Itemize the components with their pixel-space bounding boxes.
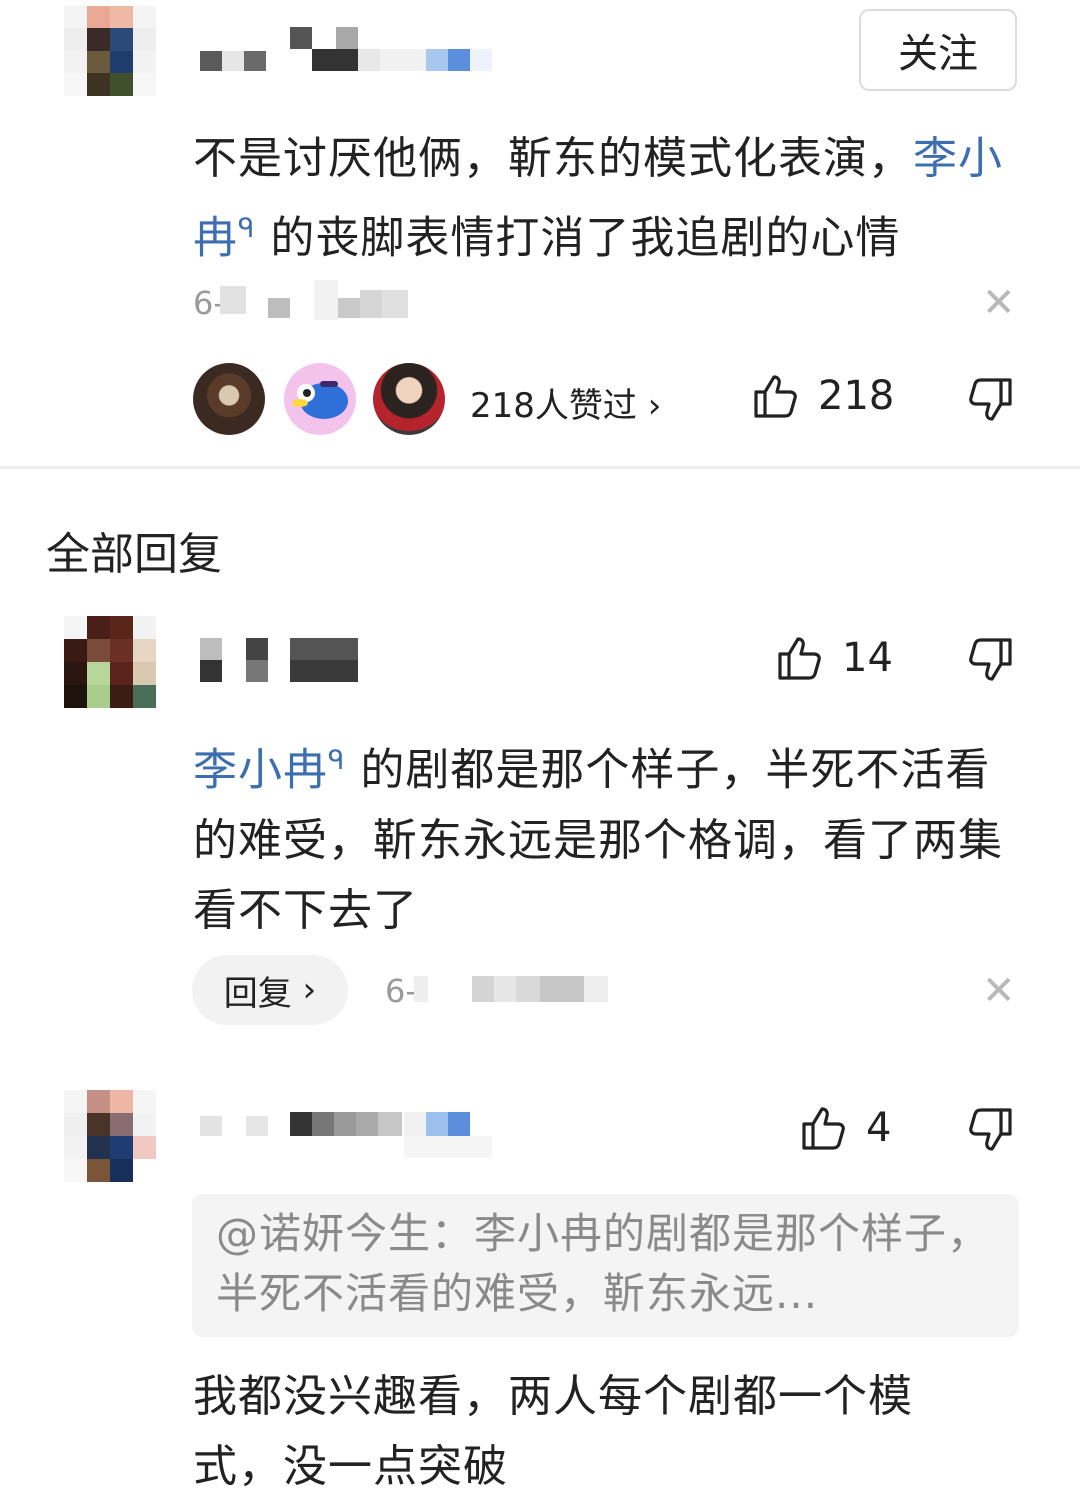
avatar[interactable] <box>64 6 156 118</box>
liker-avatar[interactable] <box>193 363 265 435</box>
section-title: 全部回复 <box>46 529 222 580</box>
likers-link[interactable]: 218人赞过 › <box>470 378 661 427</box>
username-redacted[interactable] <box>200 1112 500 1158</box>
comment-text-part: 不是讨厌他俩，靳东的模式化表演， <box>193 133 913 184</box>
like-button[interactable]: 218 <box>752 372 894 420</box>
close-icon[interactable]: ✕ <box>982 968 1016 1014</box>
like-button[interactable]: 4 <box>800 1104 891 1152</box>
divider <box>0 466 1080 469</box>
liker-avatar[interactable] <box>373 363 445 435</box>
comment-text: 我都没兴趣看，两人每个剧都一个模式，没一点突破 <box>193 1371 913 1492</box>
like-button[interactable]: 14 <box>776 634 893 682</box>
comment-text: 不是讨厌他俩，靳东的模式化表演，李小冉ᑫ 的丧脚表情打消了我追剧的心情 <box>193 124 1023 274</box>
username-redacted[interactable] <box>200 638 360 684</box>
reply-label: 回复 <box>223 973 292 1014</box>
close-icon[interactable]: ✕ <box>982 280 1016 326</box>
search-icon: ᑫ <box>238 214 256 244</box>
username-redacted[interactable] <box>200 25 500 75</box>
like-count: 4 <box>866 1105 892 1151</box>
comment-text: 李小冉ᑫ 的剧都是那个样子，半死不活看的难受，靳东永远是那个格调，看了两集看不下… <box>193 726 1023 946</box>
follow-button[interactable]: 关注 <box>859 9 1017 91</box>
thumbs-down-icon[interactable] <box>966 636 1014 684</box>
thumbs-up-icon <box>754 375 797 418</box>
mention-link[interactable]: 李小冉 <box>193 745 328 796</box>
liker-avatar[interactable] <box>284 363 356 435</box>
thumbs-down-icon[interactable] <box>966 1106 1014 1154</box>
location-redacted <box>414 976 609 1002</box>
thumbs-down-icon[interactable] <box>966 376 1014 424</box>
like-count: 14 <box>842 635 893 681</box>
avatar[interactable] <box>64 1090 156 1182</box>
chevron-right-icon: › <box>647 386 662 426</box>
thumbs-up-icon <box>802 1107 845 1150</box>
reply-button[interactable]: 回复 › <box>192 955 348 1025</box>
likers-label: 218人赞过 <box>470 386 637 426</box>
avatar[interactable] <box>64 616 156 708</box>
comment-date: 6- <box>385 972 417 1010</box>
location-redacted <box>220 280 415 322</box>
search-icon: ᑫ <box>328 746 346 776</box>
thumbs-up-icon <box>778 637 821 680</box>
chevron-right-icon: › <box>302 970 317 1010</box>
quoted-comment[interactable]: @诺妍今生：李小冉的剧都是那个样子，半死不活看的难受，靳东永远... <box>192 1194 1019 1337</box>
like-count: 218 <box>818 373 895 419</box>
comment-text-part: 的丧脚表情打消了我追剧的心情 <box>270 212 901 264</box>
